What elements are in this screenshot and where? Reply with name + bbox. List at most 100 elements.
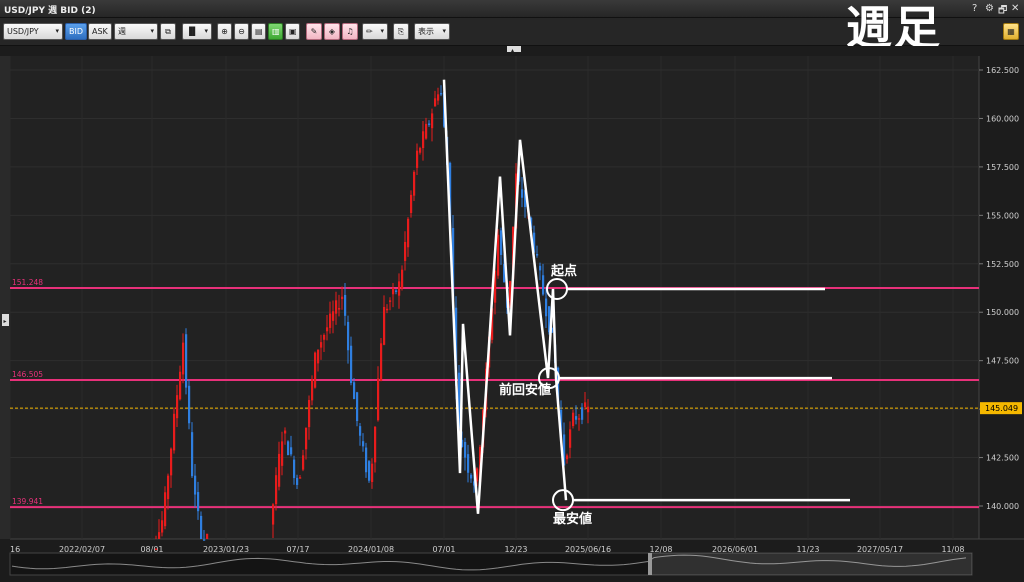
help-icon[interactable]: ? [972,3,977,14]
candle-body [437,94,440,101]
zoom-out-icon[interactable]: ⊖ [234,23,249,40]
window-title: USD/JPY 週 BID (2) [4,6,96,16]
navigator-window[interactable] [652,553,972,575]
candle-body [314,352,317,388]
candle-body [428,123,431,125]
candle-body [431,113,434,129]
candle-body [572,412,575,427]
candle-body [401,269,404,289]
symbol-select[interactable]: USD/JPY ▾ [3,23,63,40]
chevron-down-icon: ▾ [380,27,384,35]
candle-body [440,92,443,95]
candle-body [521,189,524,198]
candle-body [158,532,161,539]
candle-body [467,454,470,473]
candle-body [191,432,194,477]
y-tick-label: 150.000 [986,308,1019,317]
display-menu[interactable]: 表示 ▾ [414,23,450,40]
candle-body [281,441,284,466]
candle-body [197,492,200,512]
candle-body [542,275,545,295]
candle-body [413,171,416,196]
candle-body [368,461,371,481]
chart-type-button[interactable]: ▐▌ ▾ [182,23,212,40]
candle-body [296,477,299,485]
indicator-add-icon[interactable]: ✎ [306,23,322,40]
candle-body [302,455,305,470]
candle-body [545,298,548,317]
indicator-edit-icon[interactable]: ◈ [324,23,340,40]
candle-body [425,123,428,139]
candle-body [323,334,326,340]
candle-body [356,392,359,421]
candle-body [470,474,473,479]
candle-body [374,426,377,463]
chevron-down-icon: ▾ [204,27,208,35]
candle-body [587,406,590,413]
y-tick-label: 157.500 [986,163,1019,172]
y-tick-label: 147.500 [986,357,1019,366]
candle-body [422,131,425,149]
candle-body [194,475,197,495]
candle-body [272,504,275,525]
window-icon[interactable]: ▣ [285,23,300,40]
active-layout-icon[interactable]: ▥ [268,23,283,40]
indicator-remove-icon[interactable]: ♫ [342,23,358,40]
candle-body [407,218,410,248]
candle-body [386,308,389,311]
period-select[interactable]: 週 ▾ [114,23,158,40]
candle-body [392,288,395,295]
gear-icon[interactable]: ⚙ [985,3,994,14]
candle-body [173,413,176,451]
candle-body [308,400,311,428]
candle-body [320,342,323,348]
copy-icon[interactable]: ⧉ [160,23,176,40]
annotation-label-start: 起点 [550,263,577,279]
bid-button[interactable]: BID [65,23,87,40]
settings-icon[interactable]: ▦ [1003,23,1019,40]
candle-body [206,533,209,539]
candle-body [584,402,587,407]
candle-body [299,477,302,479]
ask-button[interactable]: ASK [88,23,112,40]
zoom-in-icon[interactable]: ⊕ [217,23,232,40]
y-tick-label: 142.500 [986,454,1019,463]
draw-tool-button[interactable]: ✏ ▾ [362,23,388,40]
y-tick-label: 155.000 [986,211,1019,220]
candle-body [353,382,356,399]
candle-body [305,427,308,450]
candle-body [311,378,314,401]
candle-body [389,300,392,302]
candle-chart-icon: ▐▌ [186,27,199,36]
navigator-handle[interactable] [648,553,652,575]
line-price-label: 146.505 [12,370,43,379]
candle-body [341,296,344,300]
candle-body [575,416,578,420]
candle-body [278,453,281,487]
candle-body [362,441,365,447]
left-arrow-icon[interactable]: ▸ [4,318,7,325]
candle-body [317,349,320,364]
chevron-down-icon: ▾ [442,27,446,35]
symbol-label: USD/JPY [7,27,39,36]
candle-body [275,475,278,505]
layout-icon[interactable]: ▤ [251,23,266,40]
screenshot-icon[interactable]: ⎘ [393,23,409,40]
candle-body [377,378,380,421]
candle-body [497,234,500,276]
candle-body [539,265,542,271]
candle-body [566,455,569,460]
candle-body [167,475,170,500]
candle-body [326,327,329,332]
candle-body [287,441,290,456]
candle-body [185,334,188,388]
candle-body [383,306,386,345]
chart-svg: ▸ ▴ 140.000142.500145.000147.500150.0001… [0,46,1024,582]
candle-body [335,300,338,314]
candle-body [161,520,164,533]
candle-body [434,98,437,107]
chart-area[interactable]: ▸ ▴ 140.000142.500145.000147.500150.0001… [0,46,1024,582]
candle-body [359,426,362,436]
up-arrow-icon[interactable]: ▴ [511,47,514,54]
close-icon[interactable]: ✕ [1011,3,1019,14]
